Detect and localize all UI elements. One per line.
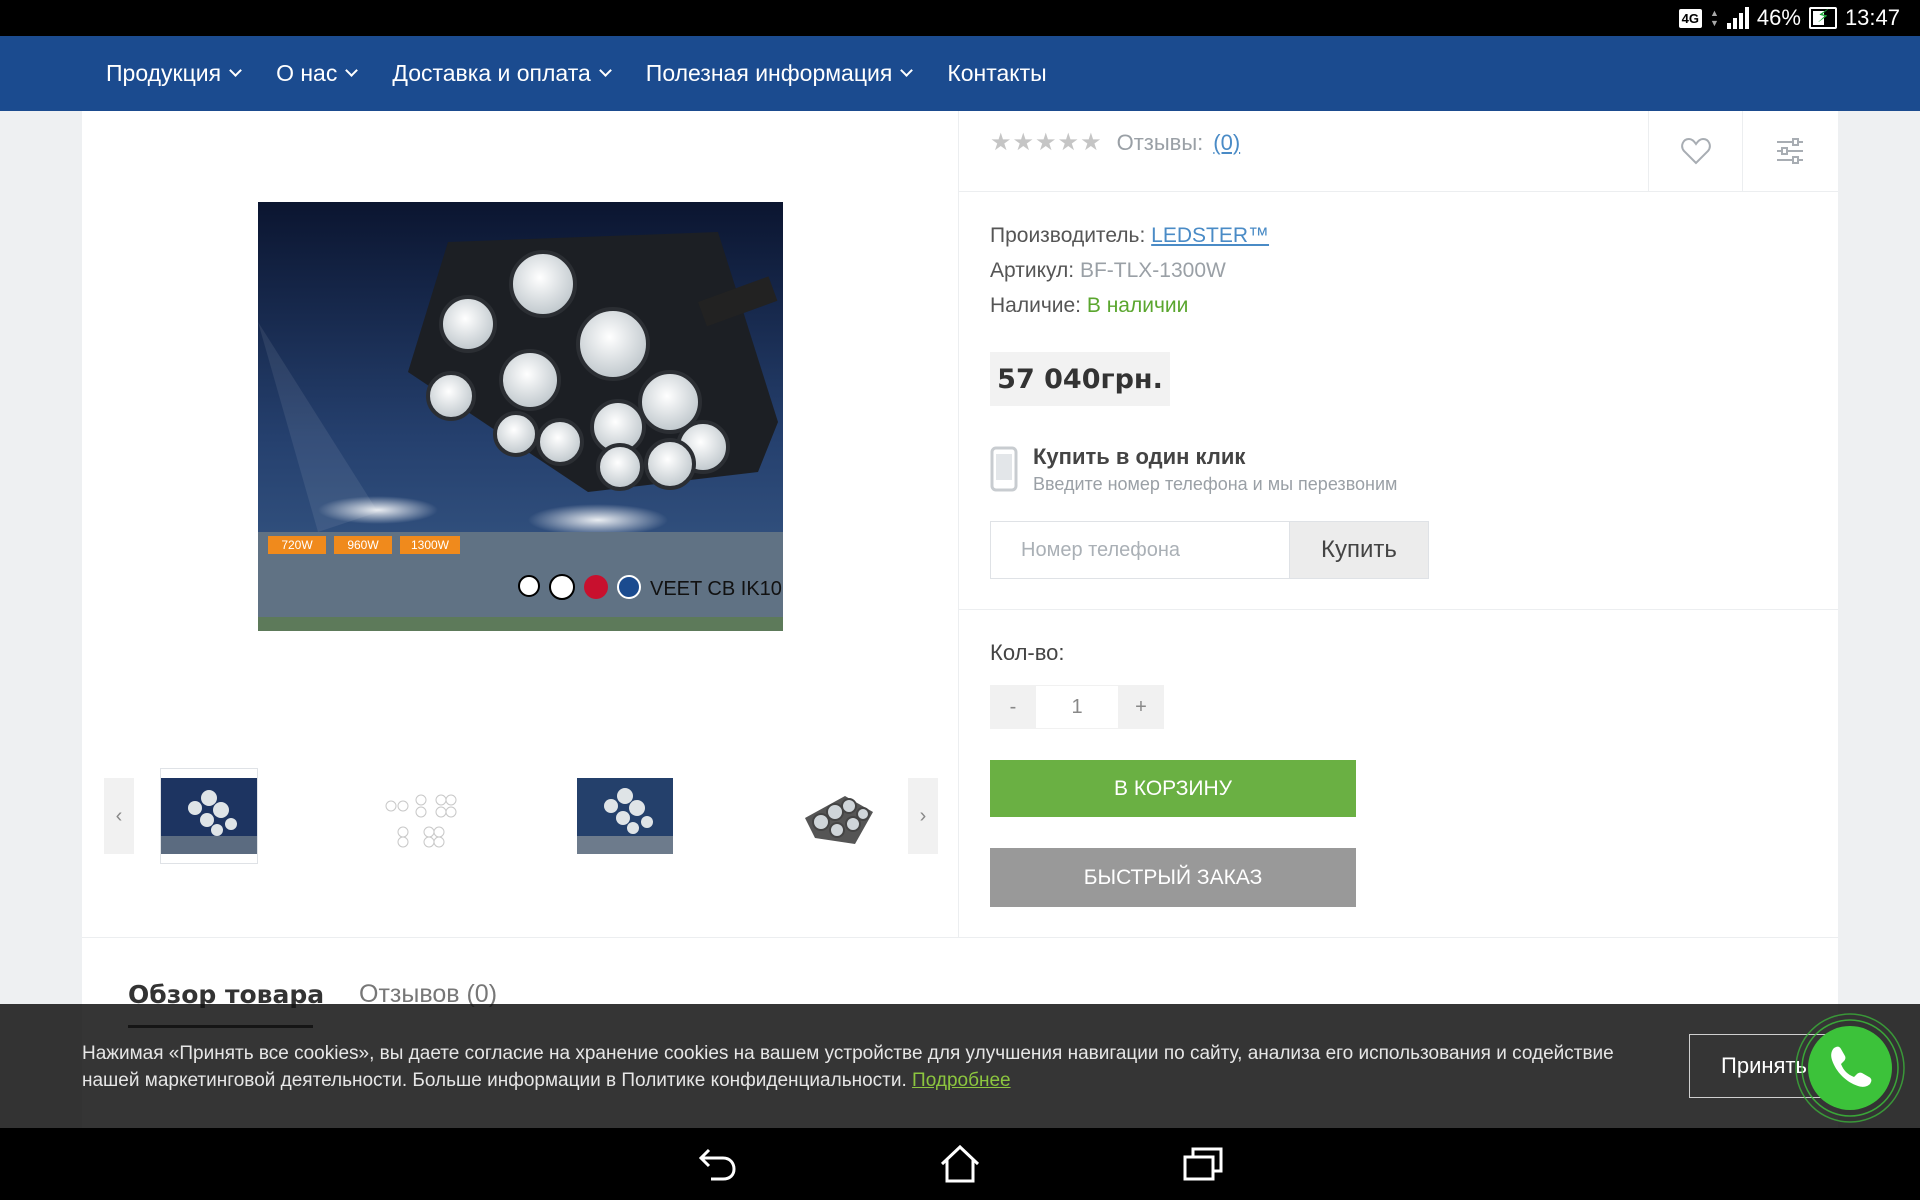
thumbnail-image <box>805 796 873 844</box>
manufacturer-row: Производитель: LEDSTER™ <box>990 224 1269 248</box>
manufacturer-link[interactable]: LEDSTER™ <box>1151 224 1269 247</box>
sku-row: Артикул: BF-TLX-1300W <box>990 259 1226 283</box>
home-button[interactable] <box>935 1140 985 1188</box>
nav-item-contacts[interactable]: Контакты <box>947 60 1046 87</box>
thumbnail-1[interactable] <box>160 768 258 864</box>
floodlight-image: 720W 960W 1300W VEET CB IK10 <box>258 202 783 631</box>
back-button[interactable] <box>692 1140 742 1188</box>
availability-label: Наличие: <box>990 294 1082 317</box>
product-price: 57 040грн. <box>990 352 1170 406</box>
reviews-label: Отзывы: <box>1116 129 1204 155</box>
wishlist-button[interactable] <box>1648 111 1742 191</box>
thumbnail-3[interactable] <box>576 768 674 864</box>
cookie-message: Нажимая «Принять все cookies», вы даете … <box>82 1043 1614 1091</box>
clock: 13:47 <box>1844 5 1900 30</box>
sku-value: BF-TLX-1300W <box>1079 259 1226 282</box>
callback-button[interactable] <box>1794 1012 1906 1124</box>
nav-item-label: Полезная информация <box>645 60 893 86</box>
home-icon <box>940 1144 980 1183</box>
system-navigation-bar <box>0 1128 1920 1200</box>
signal-icon <box>1726 7 1749 29</box>
main-navigation: Продукция О нас Доставка и оплата Полезн… <box>0 36 1920 111</box>
data-activity-icon: ▲ ▼ <box>1709 8 1719 28</box>
nav-item-delivery[interactable]: Доставка и оплата <box>392 60 612 87</box>
mobile-phone-icon <box>990 446 1018 497</box>
thumbnail-image <box>577 778 673 854</box>
heart-icon <box>1680 137 1711 165</box>
nav-item-label: Контакты <box>947 60 1047 86</box>
product-main-image[interactable]: 720W 960W 1300W VEET CB IK10 <box>258 202 783 631</box>
phone-input[interactable] <box>990 521 1289 579</box>
quantity-stepper: - 1 + <box>990 685 1164 729</box>
quantity-label: Кол-во: <box>990 640 1065 665</box>
divider <box>82 937 1838 938</box>
nav-item-products[interactable]: Продукция <box>106 60 242 87</box>
cookie-more-link[interactable]: Подробнее <box>912 1070 1011 1091</box>
phone-call-icon <box>1795 1013 1905 1123</box>
availability-row: Наличие: В наличии <box>990 294 1188 318</box>
availability-status: В наличии <box>1086 294 1189 317</box>
sku-label: Артикул: <box>990 259 1075 282</box>
one-click-buy-button[interactable]: Купить <box>1289 521 1429 579</box>
network-type: 4G <box>1678 8 1702 28</box>
compare-button[interactable] <box>1742 111 1836 191</box>
manufacturer-label: Производитель: <box>990 224 1146 247</box>
badge-1300w: 1300W <box>411 538 450 552</box>
certifications-text: VEET CB IK10 <box>650 578 782 600</box>
chevron-down-icon <box>345 64 359 77</box>
quick-order-button[interactable]: БЫСТРЫЙ ЗАКАЗ <box>990 848 1356 907</box>
one-click-title: Купить в один клик <box>1033 444 1246 469</box>
quantity-increase-button[interactable]: + <box>1118 685 1164 729</box>
quantity-decrease-button[interactable]: - <box>990 685 1036 729</box>
status-bar-indicators: 4G ▲ ▼ 46% ⚡ 13:47 <box>1678 0 1900 36</box>
nav-item-label: Доставка и оплата <box>392 60 591 86</box>
cookie-banner: Нажимая «Принять все cookies», вы даете … <box>0 1004 1920 1128</box>
divider <box>959 609 1838 610</box>
thumbnail-prev-button[interactable]: ‹ <box>104 778 134 854</box>
rating-row: ★★★★★ Отзывы: (0) <box>990 128 1240 157</box>
thumbnail-image <box>385 794 457 848</box>
cookie-text-block: Нажимая «Принять все cookies», вы даете … <box>82 1040 1622 1094</box>
recent-apps-icon <box>1183 1147 1223 1181</box>
nav-item-useful-info[interactable]: Полезная информация <box>645 60 914 87</box>
compare-icon <box>1776 138 1803 164</box>
status-bar: 4G ▲ ▼ 46% ⚡ 13:47 <box>0 0 1920 36</box>
battery-percent: 46% <box>1756 5 1801 30</box>
chevron-down-icon <box>900 64 914 77</box>
thumbnail-next-button[interactable]: › <box>908 778 938 854</box>
chevron-down-icon <box>229 64 242 77</box>
back-icon <box>698 1148 736 1181</box>
battery-icon: ⚡ <box>1808 6 1837 29</box>
badge-720w: 720W <box>281 538 313 552</box>
column-divider <box>958 111 959 938</box>
thumbnail-carousel: ‹ › <box>104 768 938 864</box>
thumbnail-2[interactable] <box>368 768 466 864</box>
chevron-down-icon <box>598 64 612 77</box>
rating-stars[interactable]: ★★★★★ <box>990 128 1103 157</box>
one-click-subtitle: Введите номер телефона и мы перезвоним <box>1033 474 1398 494</box>
reviews-count-link[interactable]: (0) <box>1213 130 1240 156</box>
badge-960w: 960W <box>347 538 379 552</box>
add-to-cart-button[interactable]: В КОРЗИНУ <box>990 760 1356 817</box>
nav-item-label: Продукция <box>106 60 222 86</box>
thumbnail-image <box>161 778 257 854</box>
nav-item-about[interactable]: О нас <box>276 60 359 87</box>
recent-apps-button[interactable] <box>1178 1140 1228 1188</box>
quantity-value[interactable]: 1 <box>1036 685 1118 729</box>
thumbnail-4[interactable] <box>784 768 882 864</box>
divider <box>959 191 1838 192</box>
nav-item-label: О нас <box>276 60 338 86</box>
